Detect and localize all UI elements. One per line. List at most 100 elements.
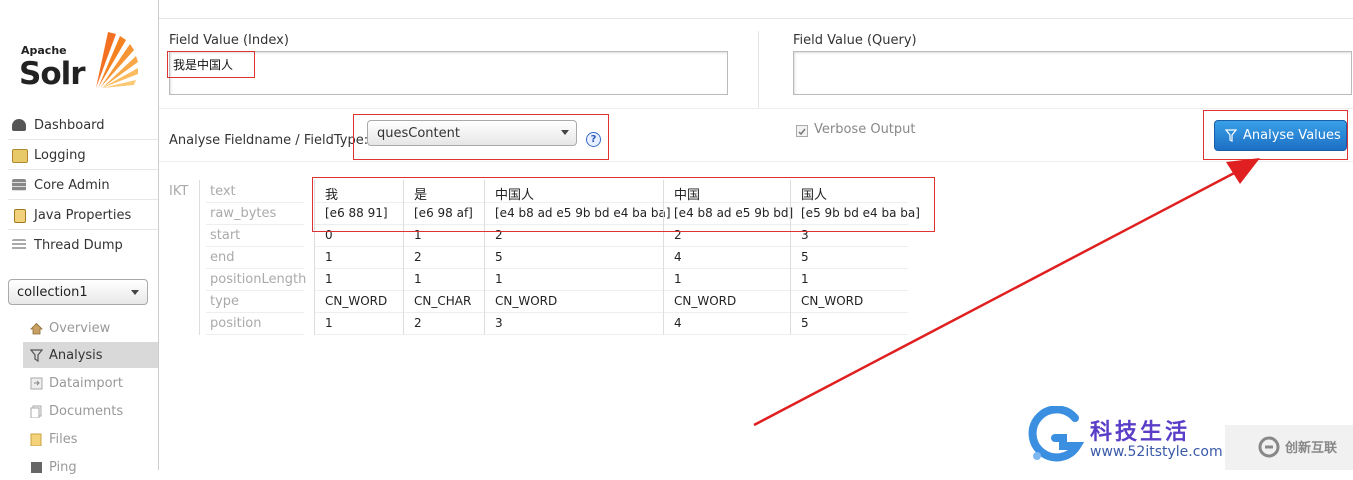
core-selector-value: collection1 (17, 285, 88, 300)
watermark-title: 科技生活 (1090, 420, 1191, 445)
watermark-logo-icon (1028, 406, 1085, 462)
token-type-value: CN_WORD (495, 294, 558, 308)
token-cell: CN_WORD (484, 290, 664, 313)
row-label-text: end (210, 250, 235, 265)
nav-thread-dump[interactable]: Thread Dump (8, 232, 158, 258)
section-divider (159, 108, 1353, 109)
logo-solr-text: Solr (19, 56, 86, 92)
token-cell: 5 (484, 246, 664, 269)
row-label-end: end (206, 246, 304, 269)
token-positionLength-value: 1 (325, 272, 333, 286)
index-field-label: Field Value (Index) (169, 33, 289, 48)
verbose-checkbox[interactable] (796, 125, 808, 137)
token-type-value: CN_CHAR (414, 294, 472, 308)
core-menu-overview-label: Overview (49, 321, 111, 336)
token-positionLength-value: 1 (674, 272, 682, 286)
java-properties-icon (14, 209, 26, 223)
nav-thread-dump-label: Thread Dump (34, 238, 123, 253)
token-cell: 1 (314, 246, 404, 269)
core-menu-dataimport-label: Dataimport (49, 376, 123, 391)
row-label-text: positionLength (210, 272, 307, 287)
core-menu-documents[interactable]: Documents (23, 398, 158, 424)
annotation-box-fieldtype (353, 114, 609, 160)
token-positionLength-value: 1 (414, 272, 422, 286)
core-menu-files[interactable]: Files (23, 426, 158, 452)
row-label-text: raw_bytes (210, 206, 277, 221)
nav-java-properties-label: Java Properties (34, 208, 132, 223)
token-type-value: CN_WORD (674, 294, 737, 308)
annotation-arrow (753, 158, 1260, 427)
core-menu-dataimport[interactable]: Dataimport (23, 370, 158, 396)
query-field-textarea[interactable] (793, 51, 1352, 95)
token-end-value: 1 (325, 250, 333, 264)
dataimport-icon (30, 377, 43, 390)
row-label-text: text (206, 180, 304, 203)
token-cell: 2 (403, 312, 485, 335)
token-cell: CN_WORD (314, 290, 404, 313)
ping-icon (31, 462, 42, 473)
verbose-label: Verbose Output (814, 122, 916, 137)
field-divider (758, 31, 759, 108)
token-cell: 1 (314, 268, 404, 291)
chevron-down-icon (131, 290, 139, 295)
row-label-text: text (210, 184, 236, 199)
token-cell: 3 (484, 312, 664, 335)
documents-icon (30, 405, 42, 418)
brand-name: 创新互联 (1285, 441, 1338, 456)
logging-icon (12, 149, 28, 163)
core-admin-icon (12, 179, 26, 191)
core-menu-files-label: Files (49, 432, 78, 447)
token-cell: 1 (314, 312, 404, 335)
token-end-value: 4 (674, 250, 682, 264)
nav-core-admin[interactable]: Core Admin (8, 172, 158, 198)
fieldtype-label: Analyse Fieldname / FieldType: (169, 133, 369, 148)
token-position-value: 2 (414, 316, 422, 330)
token-cell: 1 (403, 268, 485, 291)
query-field-label: Field Value (Query) (793, 33, 917, 48)
core-selector[interactable]: collection1 (8, 279, 148, 305)
row-label-type: type (206, 290, 304, 313)
token-position-value: 1 (325, 316, 333, 330)
row-label-positionLength: positionLength (206, 268, 307, 291)
core-menu-analysis-label: Analysis (49, 348, 103, 363)
row-label-text: position (210, 316, 262, 331)
analyzer-label: IKT (169, 184, 189, 199)
token-end-value: 5 (495, 250, 503, 264)
nav-dashboard-label: Dashboard (34, 118, 105, 133)
row-label-start: start (206, 224, 304, 247)
analyzer-divider (199, 180, 200, 335)
folder-icon (30, 433, 42, 446)
row-label-text: type (210, 294, 240, 309)
nav-dashboard[interactable]: Dashboard (8, 112, 158, 138)
solr-logo[interactable]: Apache Solr (18, 30, 143, 92)
token-positionLength-value: 1 (495, 272, 503, 286)
core-menu-documents-label: Documents (49, 404, 124, 419)
token-end-value: 2 (414, 250, 422, 264)
core-menu-ping[interactable]: Ping (23, 454, 158, 480)
core-menu-overview[interactable]: Overview (23, 315, 158, 341)
brand-badge: 创新互联 (1225, 425, 1353, 470)
token-cell: 2 (403, 246, 485, 269)
token-cell: CN_CHAR (403, 290, 485, 313)
nav-logging[interactable]: Logging (8, 142, 158, 168)
nav-logging-label: Logging (34, 148, 86, 163)
core-menu-ping-label: Ping (49, 460, 77, 475)
row-label-raw_bytes: raw_bytes (206, 202, 304, 225)
home-icon (30, 322, 43, 335)
row-label-text: start (210, 228, 241, 243)
token-position-value: 4 (674, 316, 682, 330)
sidebar: Apache Solr Dashboard Logging Core Admin… (0, 0, 159, 475)
dashboard-icon (12, 119, 26, 131)
brand-logo-icon (1258, 436, 1280, 458)
check-icon (798, 128, 806, 136)
row-label-position: position (206, 312, 304, 335)
solr-sun-icon (96, 32, 138, 88)
nav-java-properties[interactable]: Java Properties (8, 202, 158, 228)
thread-dump-icon (12, 239, 26, 251)
token-type-value: CN_WORD (325, 294, 388, 308)
token-position-value: 3 (495, 316, 503, 330)
main-top-border (159, 18, 1353, 19)
watermark-url: www.52itstyle.com (1090, 444, 1223, 460)
core-menu-analysis[interactable]: Analysis (23, 342, 158, 368)
token-cell: 1 (484, 268, 664, 291)
